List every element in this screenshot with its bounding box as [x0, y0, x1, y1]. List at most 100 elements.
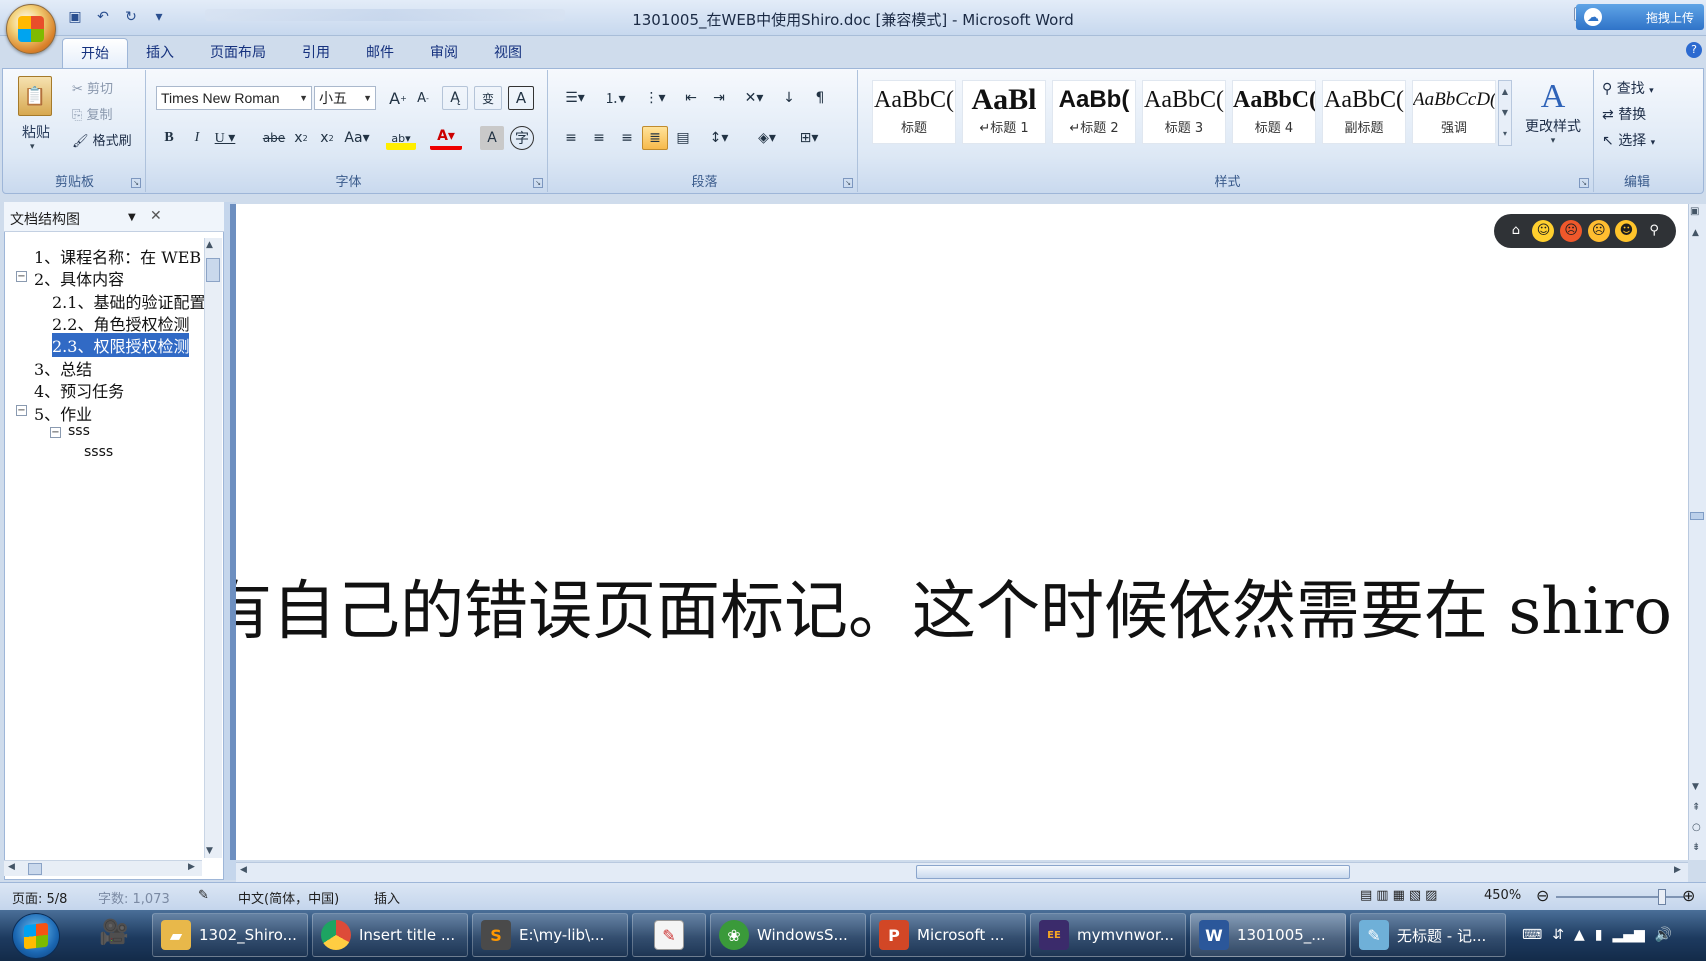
tab-home[interactable]: 开始: [62, 38, 128, 68]
angry-icon[interactable]: ☹: [1560, 220, 1583, 242]
select-button[interactable]: ↖ 选择 ▾: [1602, 130, 1655, 150]
collapse-icon[interactable]: −: [16, 405, 27, 416]
smile-icon[interactable]: ☺: [1532, 220, 1555, 242]
document-map-title[interactable]: 文档结构图: [10, 209, 80, 229]
change-case-icon[interactable]: Aa▾: [342, 126, 372, 150]
select-browse-object-icon[interactable]: ○: [1692, 822, 1701, 833]
font-family-select[interactable]: Times New Roman ▼: [156, 86, 312, 110]
proofing-icon[interactable]: ✎: [198, 888, 209, 903]
scroll-down-icon[interactable]: ▼: [206, 846, 213, 856]
scroll-right-icon[interactable]: ▶: [1674, 865, 1681, 875]
tab-review[interactable]: 审阅: [412, 38, 476, 68]
shading-icon[interactable]: ◈▾: [750, 126, 784, 150]
italic-icon[interactable]: I: [186, 126, 208, 150]
tab-view[interactable]: 视图: [476, 38, 540, 68]
status-mode[interactable]: 插入: [374, 888, 400, 907]
style-heading-3[interactable]: AaBbC(标题 3: [1142, 80, 1226, 144]
signal-icon[interactable]: ▂▄▆: [1612, 927, 1644, 943]
status-language[interactable]: 中文(简体，中国): [238, 888, 339, 907]
clipboard-launcher-icon[interactable]: ↘: [131, 178, 141, 188]
tongue-icon[interactable]: ☻: [1615, 220, 1638, 242]
zoom-slider-thumb[interactable]: [1658, 889, 1666, 905]
strikethrough-icon[interactable]: abe: [262, 126, 286, 150]
show-marks-icon[interactable]: ¶: [808, 86, 832, 110]
next-page-icon[interactable]: ⇟: [1692, 842, 1700, 853]
tab-page-layout[interactable]: 页面布局: [192, 38, 284, 68]
find-button[interactable]: ⚲ 查找 ▾: [1602, 78, 1654, 98]
font-color-icon[interactable]: A▾: [430, 126, 462, 150]
tab-references[interactable]: 引用: [284, 38, 348, 68]
borders-icon[interactable]: ⊞▾: [792, 126, 826, 150]
character-border-icon[interactable]: A: [508, 86, 534, 110]
cut-button[interactable]: ✂ 剪切: [72, 78, 113, 97]
zoom-level[interactable]: 450%: [1484, 888, 1521, 903]
nav-item[interactable]: 2.1、基础的验证配置: [52, 289, 204, 313]
decrease-indent-icon[interactable]: ⇤: [678, 86, 704, 110]
nav-vertical-scrollbar[interactable]: [204, 238, 222, 858]
shrink-font-icon[interactable]: A-: [412, 86, 434, 110]
network-icon[interactable]: ▮: [1595, 927, 1603, 943]
upload-button[interactable]: ☁ 拖拽上传: [1576, 4, 1704, 30]
taskbar-item-powerpoint[interactable]: P Microsoft ...: [870, 913, 1026, 957]
nav-hscroll-thumb[interactable]: [28, 863, 42, 875]
style-subtitle[interactable]: AaBbC(副标题: [1322, 80, 1406, 144]
bullets-icon[interactable]: ☰▾: [558, 86, 592, 110]
scroll-up-icon[interactable]: ▲: [1692, 228, 1699, 238]
previous-page-icon[interactable]: ⇞: [1692, 802, 1700, 813]
nav-item[interactable]: 4、预习任务: [34, 378, 124, 402]
character-shading-icon[interactable]: A: [480, 126, 504, 150]
start-button[interactable]: [12, 913, 60, 959]
collapse-icon[interactable]: −: [50, 427, 61, 438]
status-words[interactable]: 字数: 1,073: [98, 888, 170, 907]
replace-button[interactable]: ⇄ 替换: [1602, 104, 1646, 124]
phonetic-guide-icon[interactable]: 变: [474, 86, 502, 110]
ruler-toggle-icon[interactable]: ▣: [1690, 206, 1699, 217]
tab-mailings[interactable]: 邮件: [348, 38, 412, 68]
line-spacing-icon[interactable]: ↕▾: [702, 126, 736, 150]
enclose-character-icon[interactable]: 字: [510, 126, 534, 150]
font-launcher-icon[interactable]: ↘: [533, 178, 543, 188]
collapse-icon[interactable]: −: [16, 271, 27, 282]
zoom-out-icon[interactable]: ⊖: [1536, 886, 1549, 905]
input-method-icon[interactable]: ⇵: [1552, 927, 1564, 943]
status-page[interactable]: 页面: 5/8: [12, 888, 67, 907]
cry-icon[interactable]: ☹: [1587, 220, 1610, 242]
superscript-icon[interactable]: x2: [316, 126, 338, 150]
paste-dropdown-icon[interactable]: ▾: [30, 142, 35, 152]
bold-icon[interactable]: B: [158, 126, 180, 150]
paste-label[interactable]: 粘贴: [22, 122, 50, 142]
nav-item[interactable]: 2、具体内容: [34, 266, 124, 290]
search-icon[interactable]: ⚲: [1643, 220, 1665, 242]
style-heading-4[interactable]: AaBbC(标题 4: [1232, 80, 1316, 144]
underline-icon[interactable]: U ▾: [212, 126, 238, 150]
document-text[interactable]: 有自己的错误页面标记。这个时候依然需要在 shiro: [236, 560, 1688, 652]
taskbar-item-folder[interactable]: ▰ 1302_Shiro...: [152, 913, 308, 957]
scroll-down-icon[interactable]: ▼: [1692, 782, 1699, 792]
paste-icon[interactable]: 📋: [18, 76, 52, 116]
subscript-icon[interactable]: x2: [290, 126, 312, 150]
increase-indent-icon[interactable]: ⇥: [706, 86, 732, 110]
keyboard-icon[interactable]: ⌨: [1522, 927, 1542, 943]
scroll-right-icon[interactable]: ▶: [188, 862, 195, 872]
vertical-scrollbar[interactable]: [1688, 204, 1706, 860]
scroll-up-icon[interactable]: ▲: [206, 240, 213, 250]
nav-item-selected[interactable]: 2.3、权限授权检测: [52, 333, 190, 357]
change-styles-button[interactable]: A 更改样式 ▾: [1520, 78, 1586, 158]
align-center-icon[interactable]: ≡: [586, 126, 612, 150]
sort-icon[interactable]: ↓: [776, 86, 802, 110]
scroll-left-icon[interactable]: ◀: [8, 862, 15, 872]
paragraph-launcher-icon[interactable]: ↘: [843, 178, 853, 188]
nav-scroll-thumb[interactable]: [206, 258, 220, 282]
horizontal-scroll-thumb[interactable]: [916, 865, 1350, 879]
copy-button[interactable]: ⎘ 复制: [72, 104, 113, 123]
grow-font-icon[interactable]: A +: [386, 86, 410, 110]
nav-item[interactable]: sss: [68, 423, 90, 439]
taskbar-item-notepad[interactable]: ✎: [632, 913, 706, 957]
clear-format-icon[interactable]: Ą: [442, 86, 468, 110]
nav-item[interactable]: 5、作业: [34, 401, 92, 425]
zoom-in-icon[interactable]: ⊕: [1682, 886, 1695, 905]
taskbar-item-eclipse[interactable]: EE mymvnwor...: [1030, 913, 1186, 957]
styles-launcher-icon[interactable]: ↘: [1579, 178, 1589, 188]
align-right-icon[interactable]: ≡: [614, 126, 640, 150]
taskbar-item-sublime[interactable]: S E:\my-lib\...: [472, 913, 628, 957]
